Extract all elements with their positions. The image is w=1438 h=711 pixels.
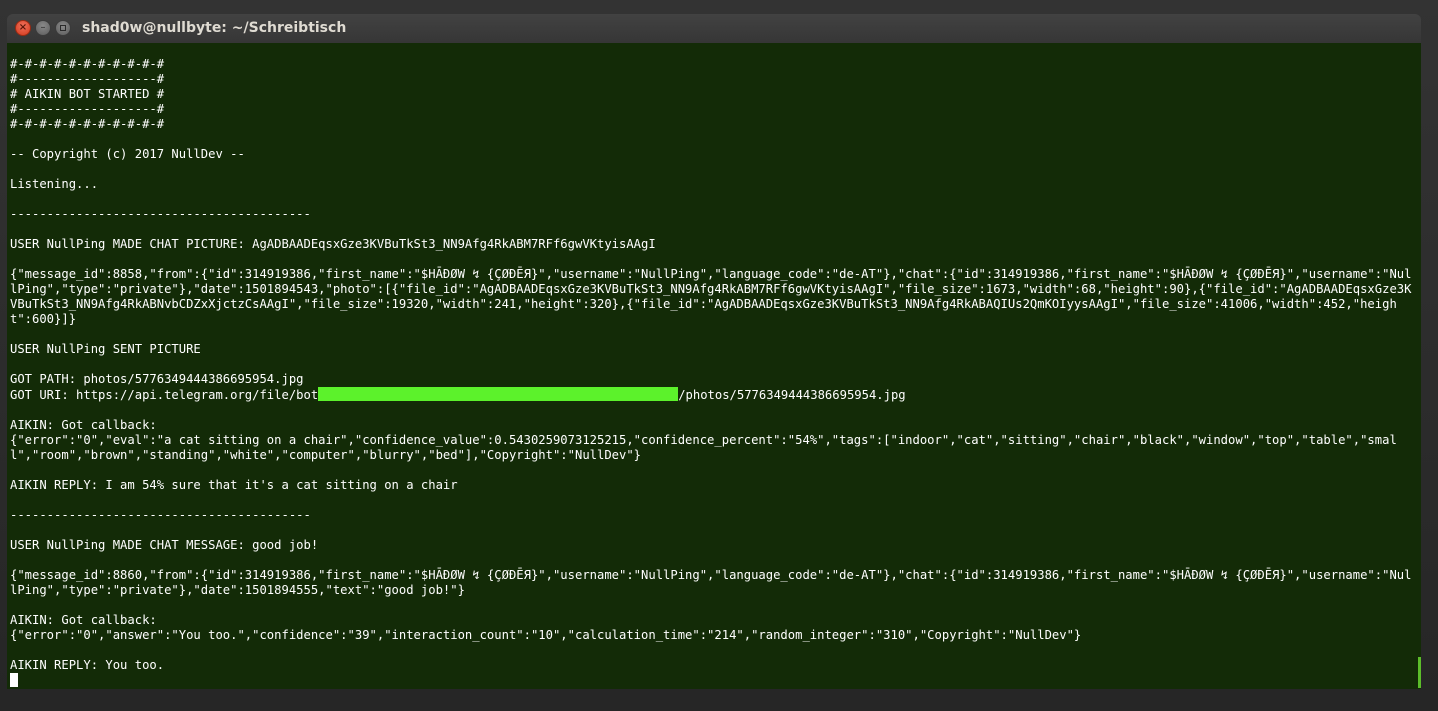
maximize-icon [60, 25, 66, 31]
output-line: USER NullPing MADE CHAT PICTURE: AgADBAA… [10, 237, 656, 251]
uri-line-suffix: /photos/5776349444386695954.jpg [678, 388, 906, 402]
banner-line: #-------------------# [10, 102, 165, 116]
banner-line: #-#-#-#-#-#-#-#-#-#-# [10, 57, 165, 71]
output-line: USER NullPing SENT PICTURE [10, 342, 201, 356]
output-line: AIKIN: Got callback: [10, 418, 157, 432]
output-line: GOT PATH: photos/5776349444386695954.jpg [10, 372, 304, 386]
json-line: {"error":"0","answer":"You too.","confid… [10, 628, 1082, 642]
close-button[interactable]: × [15, 20, 31, 36]
separator-line: ----------------------------------------… [10, 207, 311, 221]
banner-line: #-#-#-#-#-#-#-#-#-#-# [10, 117, 165, 131]
output-line: AIKIN REPLY: You too. [10, 658, 165, 672]
output-line: AIKIN REPLY: I am 54% sure that it's a c… [10, 478, 458, 492]
minimize-icon: – [40, 22, 46, 33]
status-line: Listening... [10, 177, 99, 191]
window-title: shad0w@nullbyte: ~/Schreibtisch [82, 20, 347, 36]
banner-line: # AIKIN BOT STARTED # [10, 87, 165, 101]
json-line: {"message_id":8858,"from":{"id":31491938… [10, 267, 1412, 326]
terminal-window: × – shad0w@nullbyte: ~/Schreibtisch #-#-… [0, 0, 1438, 711]
copyright-line: -- Copyright (c) 2017 NullDev -- [10, 147, 245, 161]
scrollbar[interactable] [1418, 657, 1421, 688]
terminal-area[interactable]: #-#-#-#-#-#-#-#-#-#-# #-----------------… [7, 43, 1421, 689]
output-line: USER NullPing MADE CHAT MESSAGE: good jo… [10, 538, 319, 552]
text-cursor [10, 673, 18, 687]
minimize-button[interactable]: – [35, 20, 51, 36]
title-bar[interactable]: × – shad0w@nullbyte: ~/Schreibtisch [7, 14, 1421, 43]
close-icon: × [18, 22, 28, 33]
maximize-button[interactable] [55, 20, 71, 36]
redacted-token-highlight [318, 387, 679, 401]
uri-line-prefix: GOT URI: https://api.telegram.org/file/b… [10, 388, 319, 402]
terminal-output: #-#-#-#-#-#-#-#-#-#-# #-----------------… [10, 57, 1414, 689]
json-line: {"error":"0","eval":"a cat sitting on a … [10, 433, 1397, 462]
output-line: AIKIN: Got callback: [10, 613, 157, 627]
json-line: {"message_id":8860,"from":{"id":31491938… [10, 568, 1412, 597]
separator-line: ----------------------------------------… [10, 508, 311, 522]
banner-line: #-------------------# [10, 72, 165, 86]
